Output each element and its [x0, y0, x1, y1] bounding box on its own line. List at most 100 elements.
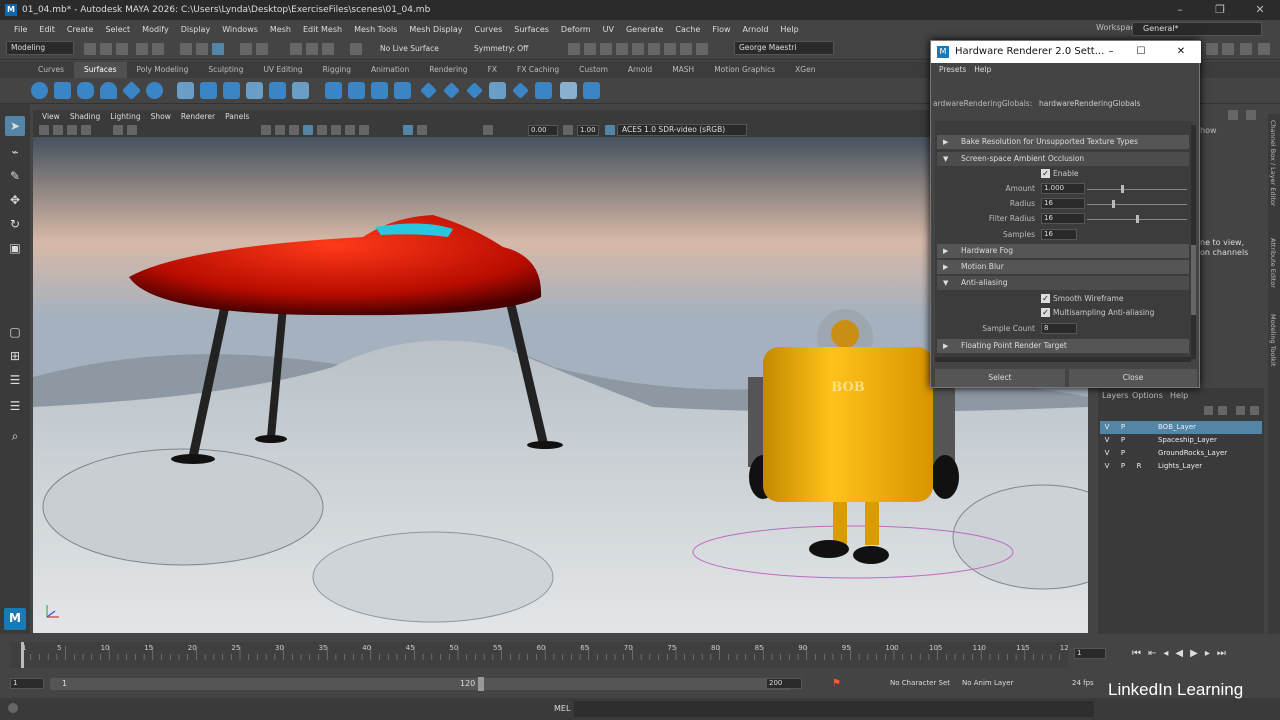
- offset-surfaces-icon[interactable]: [512, 82, 529, 99]
- extend-surfaces-icon[interactable]: [489, 82, 506, 99]
- make-live-icon[interactable]: [350, 43, 362, 55]
- wireframe-icon[interactable]: [261, 125, 271, 135]
- scale-tool-icon[interactable]: ▣: [5, 238, 25, 258]
- section-motion-blur[interactable]: ▶ Motion Blur: [937, 260, 1189, 274]
- layer-name[interactable]: GroundRocks_Layer: [1158, 447, 1227, 460]
- snap-view-icon[interactable]: [306, 43, 318, 55]
- select-object-icon[interactable]: [196, 43, 208, 55]
- shelf-tab-arnold[interactable]: Arnold: [618, 62, 662, 78]
- layer-row[interactable]: V P BOB_Layer: [1100, 421, 1262, 434]
- nurbs-torus-icon[interactable]: [146, 82, 163, 99]
- panel-menu-panels[interactable]: Panels: [220, 110, 254, 124]
- side-tab-channel-box[interactable]: Channel Box / Layer Editor: [1269, 120, 1277, 207]
- end-frame-field[interactable]: 200: [766, 678, 802, 689]
- insert-isoparms-icon[interactable]: [466, 82, 483, 99]
- options-menu[interactable]: Options: [1132, 391, 1163, 400]
- xray-icon[interactable]: [417, 125, 427, 135]
- graph-layout-icon[interactable]: ☰: [5, 396, 25, 416]
- maximize-icon[interactable]: ❐: [1200, 0, 1240, 20]
- snap-surface-icon[interactable]: [322, 43, 334, 55]
- camera-select-icon[interactable]: [39, 125, 49, 135]
- select-button[interactable]: Select: [935, 369, 1065, 387]
- go-to-end-icon[interactable]: ⏭: [1217, 648, 1233, 659]
- radius-slider-handle[interactable]: [1112, 200, 1115, 208]
- menu-edit-mesh[interactable]: Edit Mesh: [297, 25, 348, 34]
- step-back-key-icon[interactable]: ⇤: [1148, 648, 1163, 659]
- birail-icon[interactable]: [269, 82, 286, 99]
- menu-modify[interactable]: Modify: [136, 25, 175, 34]
- start-frame-field[interactable]: 1: [10, 678, 44, 689]
- node-name-field[interactable]: hardwareRenderingGlobals: [1039, 99, 1140, 108]
- time-slider[interactable]: 1 5 10 15 20 25 30 35 40 45 50 55 60 65 70 75 80 85 90 95 10…: [0, 640, 1280, 674]
- dialog-menu-help[interactable]: Help: [970, 63, 995, 77]
- shelf-tab-surfaces[interactable]: Surfaces: [74, 62, 127, 78]
- horizontal-scrollbar[interactable]: [935, 357, 1191, 362]
- menu-curves[interactable]: Curves: [468, 25, 508, 34]
- command-input[interactable]: [574, 701, 1094, 717]
- new-layer-selected-icon[interactable]: [1250, 406, 1259, 415]
- radius-slider[interactable]: [1087, 204, 1187, 205]
- anim-layer-dropdown[interactable]: No Anim Layer: [962, 679, 1013, 687]
- grid-icon[interactable]: [113, 125, 123, 135]
- side-tab-attribute-editor[interactable]: Attribute Editor: [1269, 238, 1277, 288]
- menu-generate[interactable]: Generate: [620, 25, 669, 34]
- shelf-tab-fx-caching[interactable]: FX Caching: [507, 62, 569, 78]
- layer-name[interactable]: Spaceship_Layer: [1158, 434, 1217, 447]
- radius-field[interactable]: 16: [1041, 198, 1085, 209]
- gamma-field[interactable]: 1.00: [577, 125, 599, 136]
- menu-windows[interactable]: Windows: [216, 25, 264, 34]
- multisampling-checkbox[interactable]: ✓: [1041, 308, 1050, 317]
- trim-tool-icon[interactable]: [371, 82, 388, 99]
- channel-box-icon[interactable]: [1222, 43, 1234, 55]
- close-icon[interactable]: ✕: [1240, 0, 1280, 20]
- save-scene-icon[interactable]: [116, 43, 128, 55]
- bevel-plus-icon[interactable]: [348, 82, 365, 99]
- layer-name[interactable]: Lights_Layer: [1158, 460, 1202, 473]
- current-time-marker[interactable]: [21, 642, 24, 668]
- move-layer-up-icon[interactable]: [1204, 406, 1213, 415]
- menu-surfaces[interactable]: Surfaces: [508, 25, 555, 34]
- light-editor-icon[interactable]: [664, 43, 676, 55]
- tool-settings-icon[interactable]: [1258, 43, 1270, 55]
- render-settings-icon[interactable]: [600, 43, 612, 55]
- shelf-tab-motion-graphics[interactable]: Motion Graphics: [704, 62, 785, 78]
- surface-editing-icon[interactable]: [583, 82, 600, 99]
- select-component-icon[interactable]: [212, 43, 224, 55]
- camera-attributes-icon[interactable]: [53, 125, 63, 135]
- amount-field[interactable]: 1.000: [1041, 183, 1085, 194]
- panel-menu-show[interactable]: Show: [146, 110, 176, 124]
- revolve-icon[interactable]: [177, 82, 194, 99]
- single-view-icon[interactable]: ▢: [5, 322, 25, 342]
- play-back-icon[interactable]: ◀: [1175, 648, 1190, 659]
- bookmark-icon[interactable]: [67, 125, 77, 135]
- smooth-wireframe-checkbox[interactable]: ✓: [1041, 294, 1050, 303]
- shelf-tab-animation[interactable]: Animation: [361, 62, 419, 78]
- menu-arnold[interactable]: Arnold: [737, 25, 775, 34]
- open-scene-icon[interactable]: [100, 43, 112, 55]
- pause-icon[interactable]: [696, 43, 708, 55]
- isolate-select-icon[interactable]: [403, 125, 413, 135]
- film-gate-icon[interactable]: [127, 125, 137, 135]
- script-language-label[interactable]: MEL: [554, 704, 570, 713]
- close-button[interactable]: Close: [1069, 369, 1197, 387]
- snap-curve-icon[interactable]: [256, 43, 268, 55]
- smooth-shade-icon[interactable]: [275, 125, 285, 135]
- planar-icon[interactable]: [223, 82, 240, 99]
- shelf-tab-poly-modeling[interactable]: Poly Modeling: [127, 62, 199, 78]
- live-surface-label[interactable]: No Live Surface: [380, 44, 439, 53]
- nurbs-cylinder-icon[interactable]: [77, 82, 94, 99]
- square-surface-icon[interactable]: [325, 82, 342, 99]
- loft-icon[interactable]: [200, 82, 217, 99]
- outliner-layout-icon[interactable]: ☰: [5, 370, 25, 390]
- nurbs-plane-icon[interactable]: [121, 80, 142, 101]
- select-hierarchy-icon[interactable]: [180, 43, 192, 55]
- panel-menu-lighting[interactable]: Lighting: [105, 110, 145, 124]
- shelf-tab-sculpting[interactable]: Sculpting: [198, 62, 253, 78]
- boundary-icon[interactable]: [292, 82, 309, 99]
- nurbs-cone-icon[interactable]: [100, 82, 117, 99]
- side-tab-modeling-toolkit[interactable]: Modeling Toolkit: [1269, 314, 1277, 366]
- auto-key-icon[interactable]: ⚑: [832, 678, 842, 690]
- detach-surfaces-icon[interactable]: [443, 82, 460, 99]
- step-back-icon[interactable]: ◂: [1163, 648, 1175, 659]
- section-hardware-fog[interactable]: ▶ Hardware Fog: [937, 244, 1189, 258]
